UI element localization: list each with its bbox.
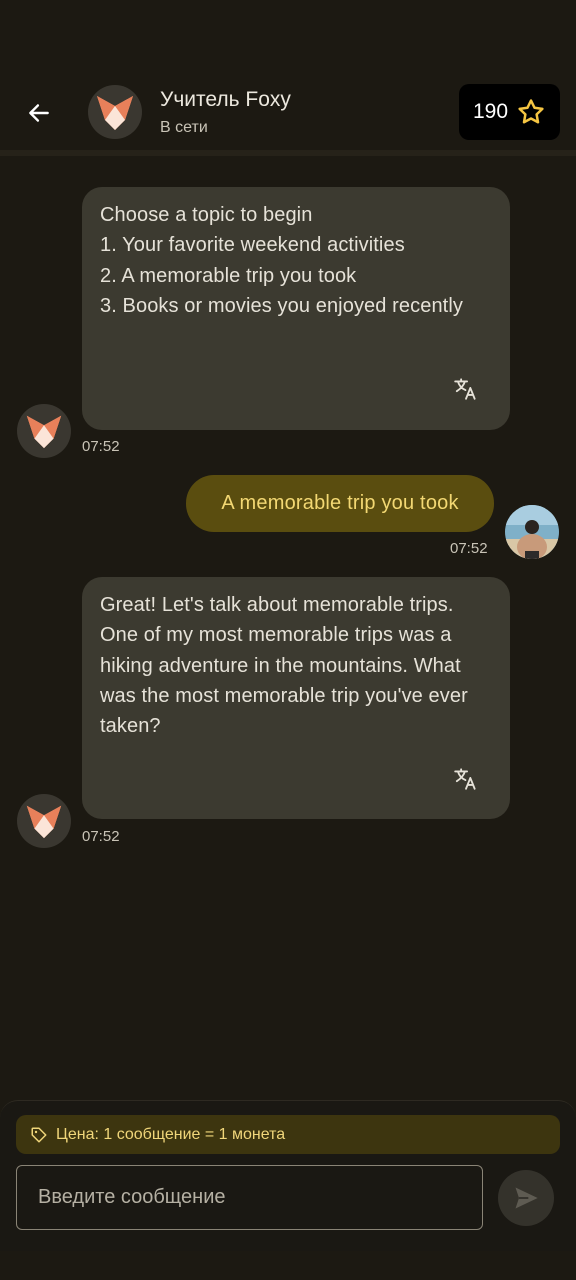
arrow-left-icon — [29, 104, 49, 122]
message-time: 07:52 — [82, 828, 120, 845]
price-banner: Цена: 1 сообщение = 1 монета — [16, 1115, 560, 1154]
message-time: 07:52 — [82, 438, 120, 455]
header-divider — [0, 150, 576, 156]
coin-balance[interactable]: 190 — [459, 84, 560, 140]
online-status: В сети — [160, 119, 208, 136]
message-text: Choose a topic to begin 1. Your favorite… — [100, 204, 463, 317]
tutor-avatar[interactable] — [17, 794, 71, 848]
bot-message-bubble: Choose a topic to begin 1. Your favorite… — [82, 187, 510, 430]
user-avatar[interactable] — [505, 505, 559, 559]
tutor-name: Учитель Foxy — [160, 88, 291, 111]
back-button[interactable] — [20, 94, 58, 132]
send-icon — [515, 1187, 538, 1209]
translate-button[interactable] — [452, 375, 480, 403]
price-label: Цена: 1 сообщение = 1 монета — [56, 1125, 286, 1143]
message-time: 07:52 — [450, 540, 488, 557]
user-photo — [505, 505, 559, 559]
fox-icon — [97, 96, 133, 130]
user-message-bubble: A memorable trip you took — [186, 475, 494, 532]
coin-count: 190 — [472, 100, 509, 123]
star-outline-icon — [518, 99, 544, 124]
fox-icon — [26, 805, 62, 839]
message-text: A memorable trip you took — [221, 492, 459, 514]
message-text: Great! Let's talk about memorable trips.… — [100, 594, 468, 738]
translate-icon — [454, 768, 476, 790]
tutor-avatar[interactable] — [17, 404, 71, 458]
send-button[interactable] — [498, 1170, 554, 1226]
fox-icon — [26, 415, 62, 449]
translate-button[interactable] — [452, 765, 480, 793]
tag-icon — [31, 1127, 47, 1142]
bot-message-bubble: Great! Let's talk about memorable trips.… — [82, 577, 510, 819]
translate-icon — [454, 378, 476, 400]
tutor-avatar[interactable] — [88, 85, 142, 139]
message-input[interactable] — [16, 1165, 483, 1230]
